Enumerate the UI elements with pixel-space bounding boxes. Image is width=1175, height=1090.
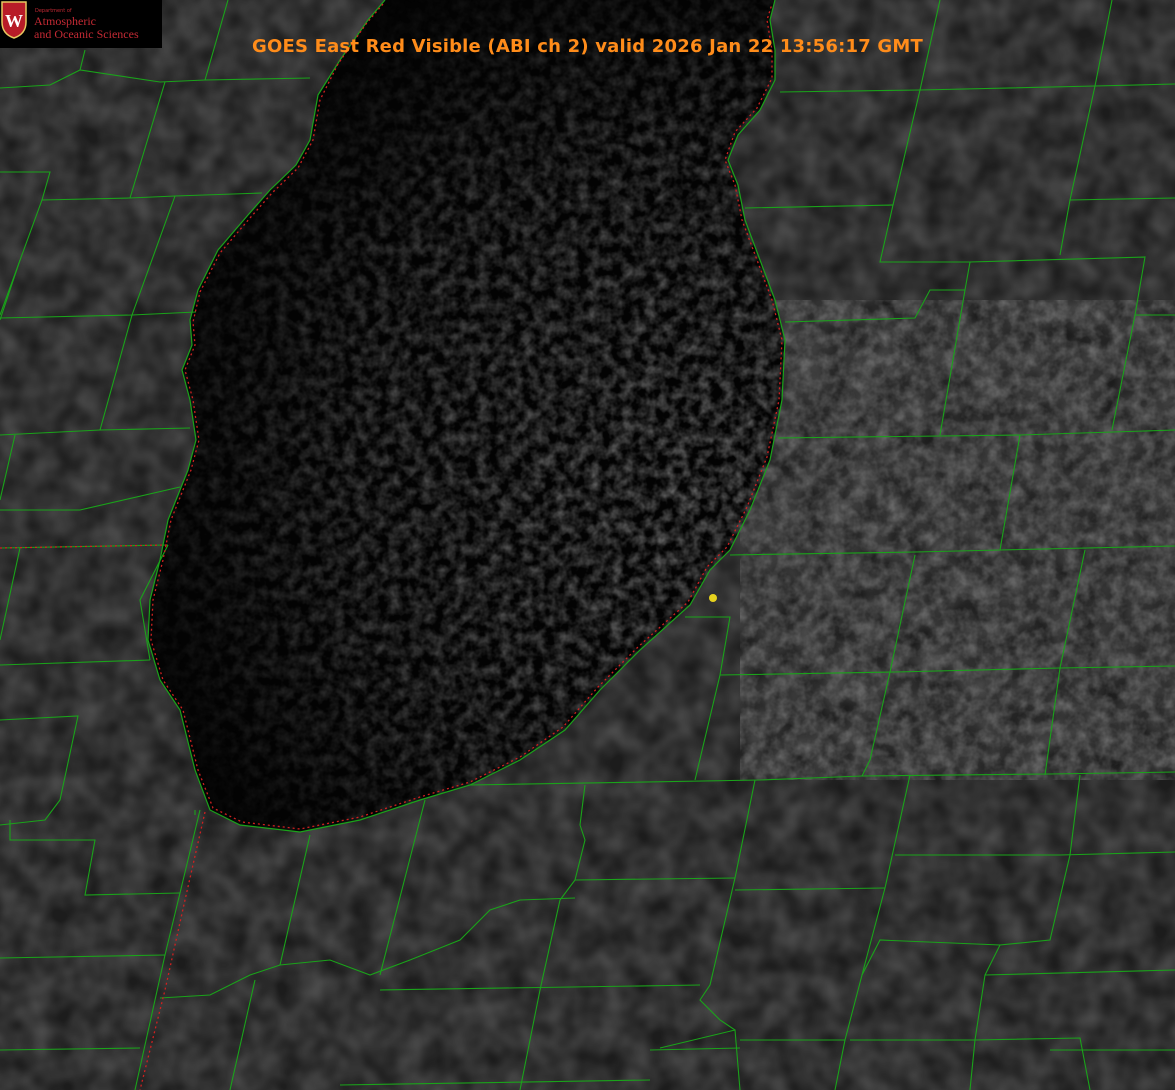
satellite-map — [0, 0, 1175, 1090]
svg-text:W: W — [5, 11, 23, 31]
satellite-image-viewer: W Department of Atmospheric and Oceanic … — [0, 0, 1175, 1090]
image-title: GOES East Red Visible (ABI ch 2) valid 2… — [251, 36, 923, 57]
cloud-streets — [740, 300, 1175, 780]
location-marker — [709, 594, 717, 602]
uw-crest-icon: W — [1, 1, 27, 39]
